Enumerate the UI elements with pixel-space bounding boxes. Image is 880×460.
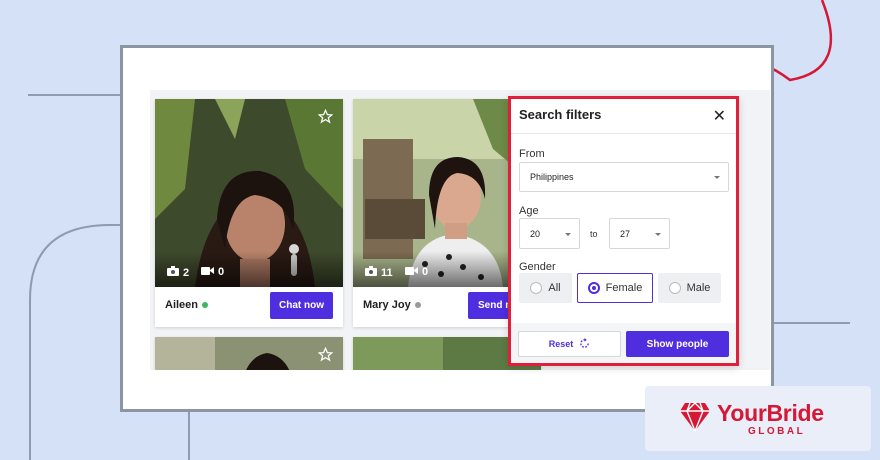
photo-count: 11 [365, 266, 393, 279]
age-min-select[interactable]: 20 [519, 218, 580, 249]
video-count: 0 [405, 266, 428, 278]
chevron-down-icon [655, 232, 661, 236]
panel-footer: Reset Show people [511, 323, 736, 363]
gender-option-label: All [548, 282, 561, 294]
chevron-down-icon [714, 176, 720, 179]
photo-count: 2 [167, 266, 189, 279]
radio-selected-icon [587, 282, 600, 294]
profile-photo[interactable] [155, 337, 343, 370]
video-count-value: 0 [422, 266, 429, 278]
profile-name: Mary Joy [363, 299, 421, 311]
age-label: Age [519, 205, 539, 217]
chat-now-button[interactable]: Chat now [270, 292, 333, 319]
panel-title: Search filters [519, 107, 602, 122]
age-to-label: to [590, 229, 598, 239]
radio-icon [530, 282, 543, 294]
photo-count-value: 2 [183, 266, 190, 279]
country-select-value: Philippines [530, 172, 574, 182]
profile-card[interactable] [155, 337, 343, 370]
reset-button[interactable]: Reset [518, 331, 621, 357]
video-count-value: 0 [218, 266, 225, 278]
refresh-icon [579, 337, 590, 351]
search-filters-panel: Search filters ✕ From Philippines Age 20… [508, 96, 739, 366]
video-count: 0 [201, 266, 224, 278]
offline-status-dot [414, 302, 421, 308]
age-max-value: 27 [620, 228, 631, 239]
video-icon [201, 266, 214, 278]
reset-button-label: Reset [548, 339, 574, 349]
close-icon[interactable]: ✕ [713, 106, 726, 126]
profile-name: Aileen [165, 299, 209, 311]
gender-option-label: Female [605, 282, 643, 294]
chevron-down-icon [565, 232, 571, 236]
brand-logo: YourBride GLOBAL [645, 386, 871, 451]
brand-name: YourBride [717, 400, 824, 426]
online-status-dot [202, 302, 209, 308]
age-max-select[interactable]: 27 [609, 218, 670, 249]
from-label: From [519, 148, 545, 160]
camera-icon [365, 266, 377, 279]
gender-option-male[interactable]: Male [658, 273, 721, 303]
divider [511, 133, 736, 134]
age-min-value: 20 [530, 228, 541, 239]
gender-option-label: Male [686, 282, 711, 294]
diamond-icon [679, 402, 711, 437]
photo-count-value: 11 [381, 266, 393, 279]
brand-subtitle: GLOBAL [748, 426, 806, 437]
country-select[interactable]: Philippines [519, 162, 729, 192]
radio-icon [668, 282, 681, 294]
show-people-button[interactable]: Show people [626, 331, 729, 357]
camera-icon [167, 266, 179, 279]
gender-option-all[interactable]: All [519, 273, 572, 303]
gender-option-female[interactable]: Female [577, 273, 653, 303]
profile-name-text: Mary Joy [363, 299, 411, 311]
favorite-star-icon[interactable] [317, 108, 334, 129]
video-icon [405, 266, 418, 278]
favorite-star-icon[interactable] [317, 346, 334, 367]
profile-card[interactable]: 2 0 Aileen Chat now [155, 99, 343, 327]
profile-name-text: Aileen [165, 299, 199, 311]
gender-label: Gender [519, 261, 556, 273]
